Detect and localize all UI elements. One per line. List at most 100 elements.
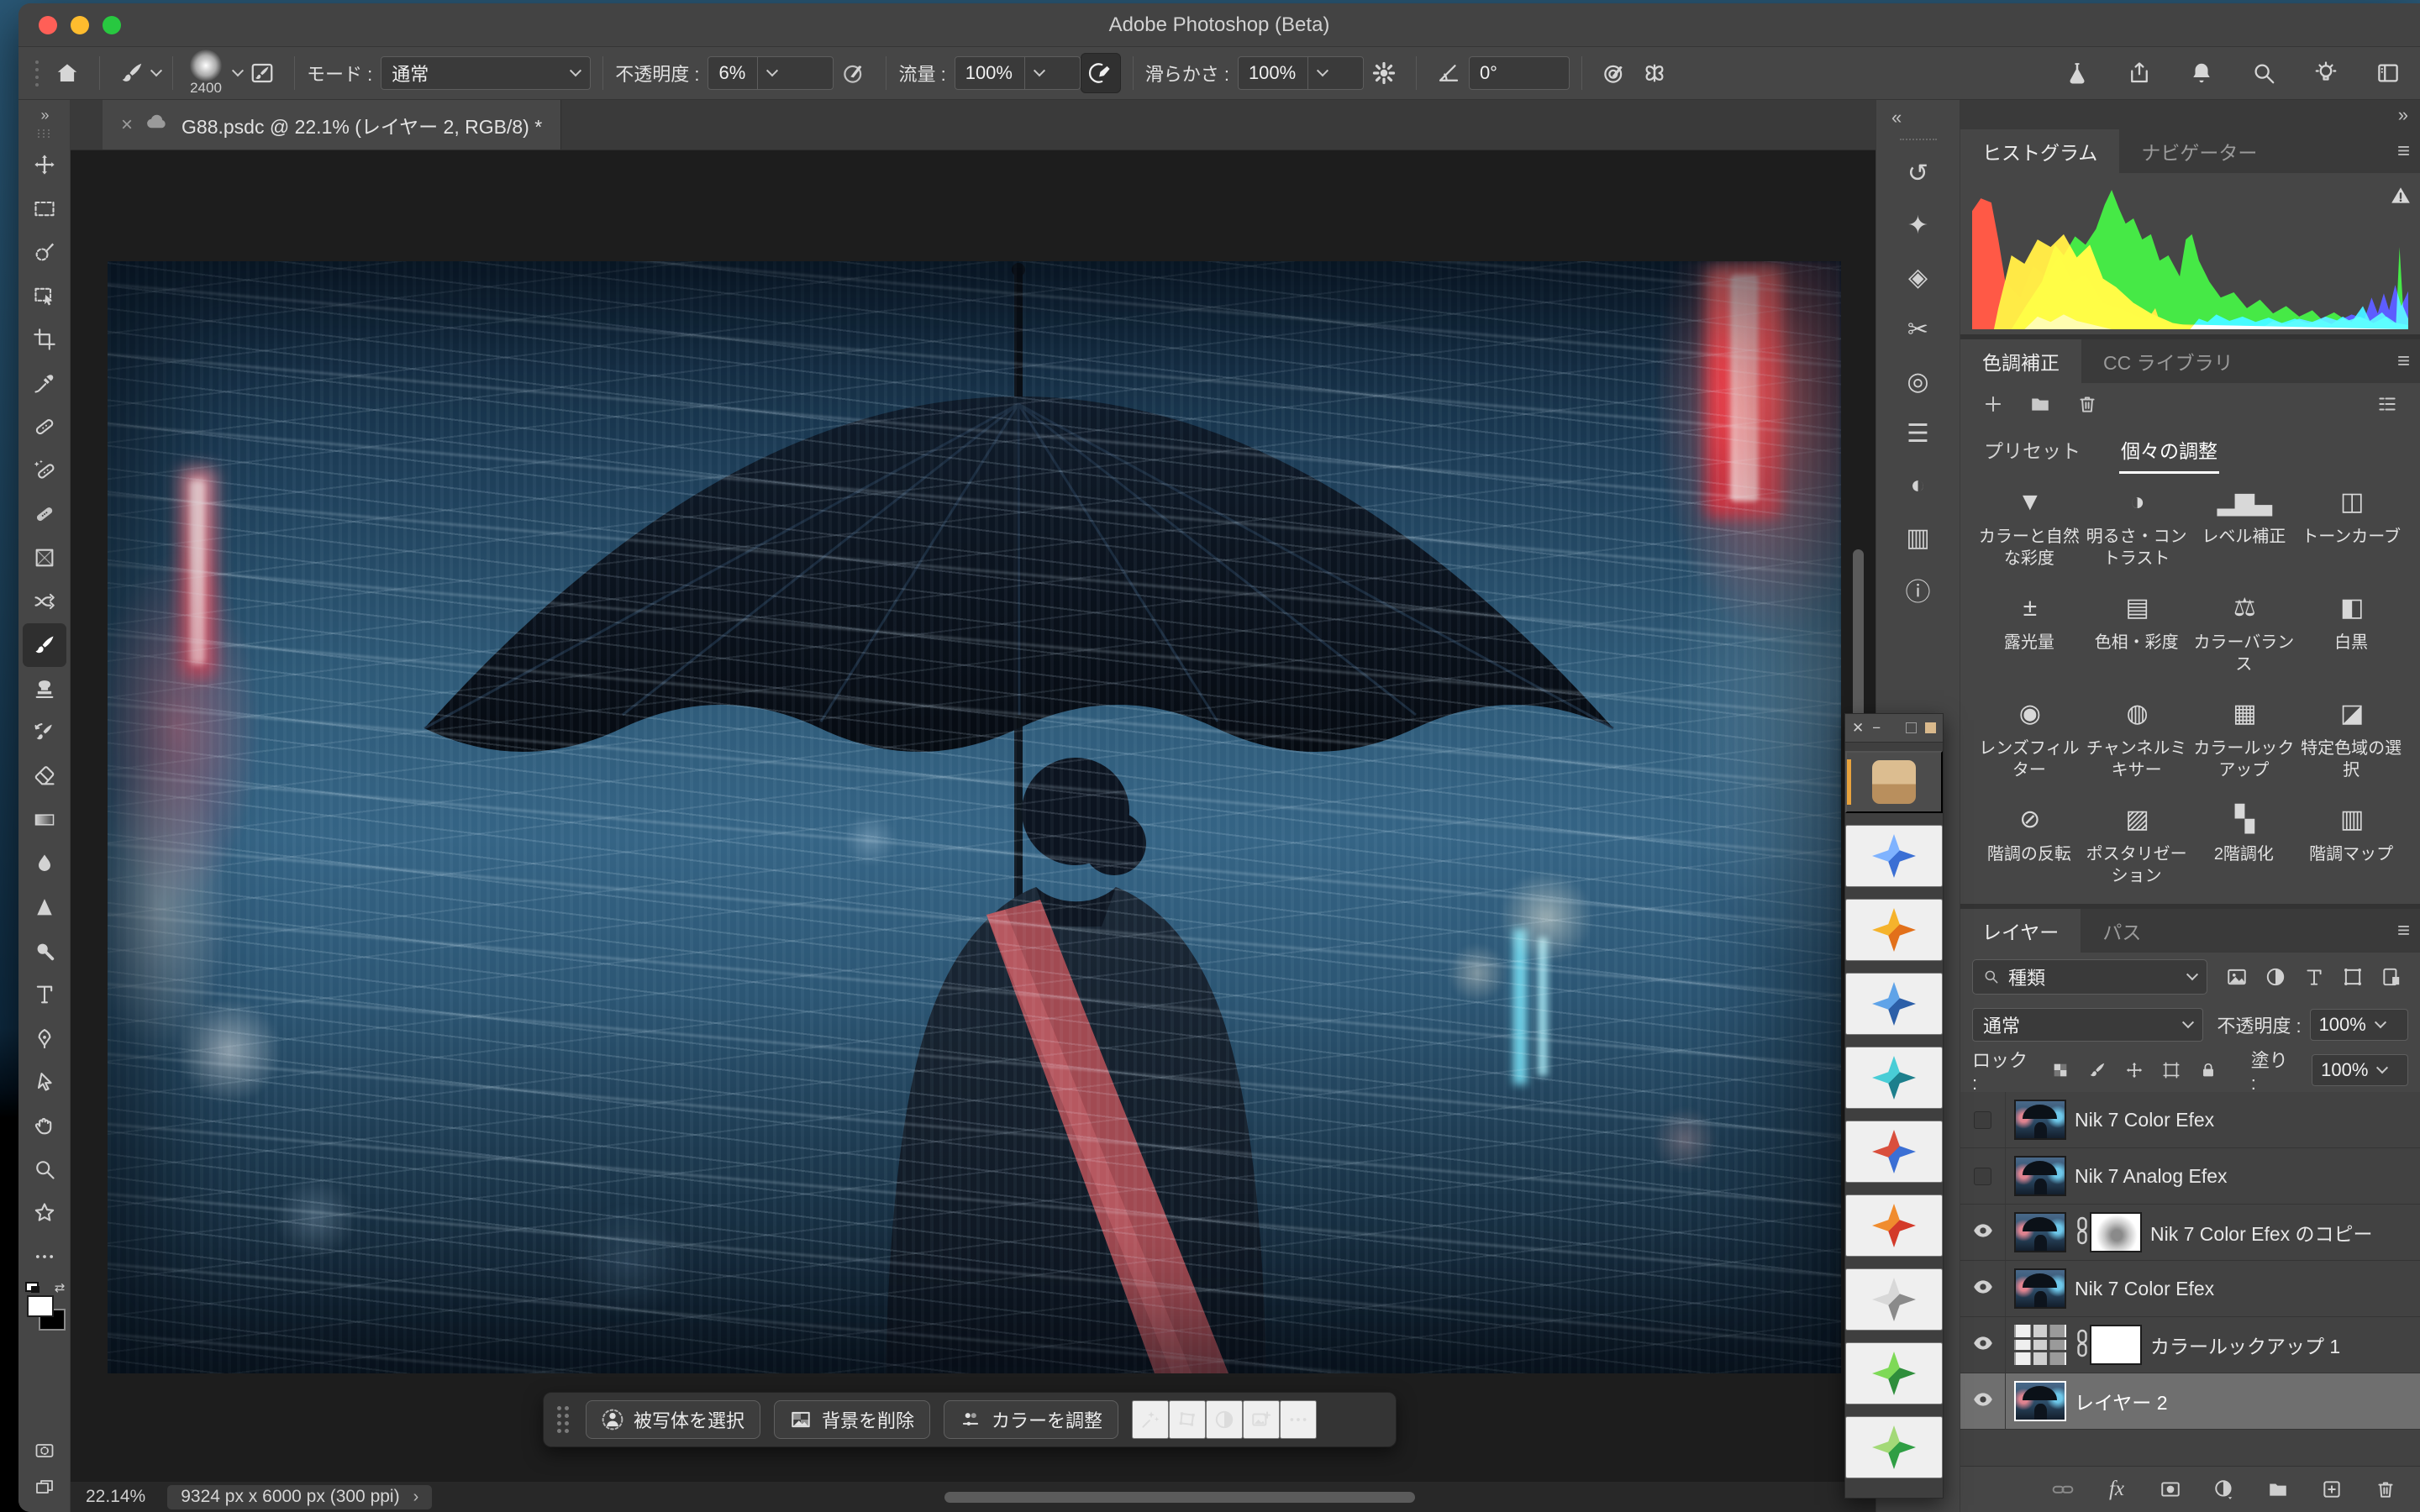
tool-preset-brush-icon[interactable] <box>112 53 152 93</box>
transform-icon[interactable] <box>1169 1400 1206 1439</box>
adjustment-trash-icon[interactable] <box>2076 393 2098 415</box>
threshold-adjustment[interactable]: ▚ 2階調化 <box>2191 803 2298 887</box>
add-adjustment-icon[interactable] <box>2212 1478 2237 1500</box>
notifications-bell-icon[interactable] <box>2183 53 2220 93</box>
nik-silver-efex[interactable] <box>1845 1268 1943 1331</box>
eraser-tool[interactable] <box>23 754 66 798</box>
horizontal-scrollbar[interactable] <box>944 1492 1415 1503</box>
layer-fill-input[interactable]: 100% <box>2312 1054 2408 1086</box>
clone-stamp-tool[interactable] <box>23 667 66 711</box>
layer-name[interactable]: レイヤー 2 <box>2075 1387 2168 1415</box>
invert-adjustment[interactable]: ⊘ 階調の反転 <box>1975 803 2083 887</box>
layer-nik7-color-efex[interactable]: Nik 7 Color Efex <box>1960 1261 2420 1317</box>
add-mask-icon[interactable] <box>2158 1478 2183 1500</box>
gradient-tool[interactable] <box>23 798 66 842</box>
add-adjustment-plus-icon[interactable] <box>1982 393 2004 415</box>
size-pressure-icon[interactable] <box>1594 53 1634 93</box>
brush-settings-panel-icon[interactable] <box>242 53 282 93</box>
exposure-adjustment[interactable]: ± 露光量 <box>1975 591 2083 675</box>
lock-all-icon[interactable] <box>2199 1061 2221 1079</box>
marquee-tool[interactable] <box>23 186 66 230</box>
gradient-map-adjustment[interactable]: ▥ 階調マップ <box>2297 803 2405 887</box>
swap-arrows-tool[interactable] <box>23 580 66 623</box>
discover-bulb-icon[interactable] <box>2307 53 2344 93</box>
info-panel-icon[interactable]: ⓘ <box>1891 564 1945 616</box>
tab-close-icon[interactable]: × <box>121 113 133 137</box>
nik-menu-icon[interactable] <box>1906 722 1917 733</box>
link-layers-icon[interactable] <box>2050 1478 2075 1500</box>
layer-thumbnail[interactable] <box>2014 1381 2066 1421</box>
libraries-panel-icon[interactable]: ▥ <box>1891 512 1945 564</box>
share-icon[interactable] <box>2121 53 2158 93</box>
nik-presharpener[interactable] <box>1845 1047 1943 1109</box>
blur-tool[interactable] <box>23 842 66 885</box>
eyedropper-tool[interactable] <box>23 361 66 405</box>
home-button[interactable] <box>47 53 87 93</box>
type-tool[interactable] <box>23 973 66 1016</box>
adjustment-halfcircle-icon[interactable] <box>1206 1400 1243 1439</box>
filter-pixel-layers-icon[interactable] <box>2226 966 2253 988</box>
lock-transparency-icon[interactable] <box>2051 1061 2073 1079</box>
layer-thumbnail[interactable] <box>2014 1100 2066 1140</box>
layer-mask-thumbnail[interactable] <box>2090 1212 2142 1252</box>
tools-expand-icon[interactable]: » <box>40 107 47 124</box>
canvas-image[interactable] <box>108 261 1841 1373</box>
minimize-window-button[interactable] <box>71 16 89 34</box>
close-window-button[interactable] <box>39 16 57 34</box>
subtab-individual[interactable]: 個々の調整 <box>2119 427 2219 472</box>
layer-visibility-toggle[interactable] <box>1960 1261 2006 1316</box>
adjustment-list-view-icon[interactable] <box>2376 393 2398 415</box>
layer-visibility-toggle[interactable] <box>1960 1092 2006 1147</box>
magic-wand-icon[interactable] <box>1132 1400 1169 1439</box>
layer-name[interactable]: Nik 7 Analog Efex <box>2075 1165 2228 1188</box>
dodge-tool[interactable] <box>23 929 66 973</box>
nik-analog-efex[interactable] <box>1845 1194 1943 1257</box>
filter-smart-object-icon[interactable] <box>2381 966 2407 988</box>
smoothing-gear-icon[interactable] <box>1364 53 1404 93</box>
history-panel-icon[interactable]: ↺ <box>1891 147 1945 199</box>
black-white-adjustment[interactable]: ◧ 白黒 <box>2297 591 2405 675</box>
layer-thumbnail[interactable] <box>2014 1325 2066 1365</box>
history-brush-tool[interactable] <box>23 711 66 754</box>
photo-filter-adjustment[interactable]: ◉ レンズフィルター <box>1975 697 2083 781</box>
opacity-input[interactable]: 6% <box>708 56 834 90</box>
nik-color-efex[interactable] <box>1845 1121 1943 1183</box>
hand-tool[interactable] <box>23 1104 66 1147</box>
adjustments-menu-icon[interactable]: ≡ <box>2397 348 2410 374</box>
foreground-color[interactable] <box>27 1295 54 1317</box>
histogram-warning-icon[interactable] <box>2390 185 2412 211</box>
layer-visibility-toggle[interactable] <box>1960 1373 2006 1429</box>
patch-tool[interactable] <box>23 492 66 536</box>
gradients-panel-icon[interactable]: ◐ <box>1891 459 1945 512</box>
more-options-icon[interactable] <box>1280 1400 1317 1439</box>
default-colors-icon[interactable] <box>25 1282 39 1292</box>
tab-adjustments[interactable]: 色調補正 <box>1960 339 2081 383</box>
collapse-panels-icon[interactable]: « <box>1876 107 1902 129</box>
options-grip[interactable] <box>35 60 39 87</box>
quick-mask-button[interactable] <box>26 1438 63 1463</box>
tab-histogram[interactable]: ヒストグラム <box>1960 129 2119 173</box>
brush-preset-picker[interactable]: 2400 <box>190 50 222 97</box>
new-layer-icon[interactable] <box>2319 1478 2344 1500</box>
layer-name[interactable]: カラールックアップ 1 <box>2150 1331 2340 1359</box>
clone-source-panel-icon[interactable]: ◈ <box>1891 251 1945 303</box>
layer-opacity-input[interactable]: 100% <box>2310 1009 2408 1041</box>
color-swatches[interactable]: ⇄ <box>25 1287 64 1331</box>
object-selection-tool[interactable] <box>23 274 66 318</box>
nik-hdr-efex[interactable] <box>1845 1342 1943 1404</box>
move-tool[interactable] <box>23 143 66 186</box>
frame-tool[interactable] <box>23 536 66 580</box>
adjustment-group-folder-icon[interactable] <box>2029 393 2051 415</box>
more-tools-icon[interactable] <box>23 1235 66 1278</box>
search-icon-top[interactable] <box>2245 53 2282 93</box>
histogram-menu-icon[interactable]: ≡ <box>2397 138 2410 164</box>
symmetry-butterfly-icon[interactable] <box>1634 53 1675 93</box>
dock-collapse-icon[interactable]: » <box>2398 104 2408 126</box>
canvas-area[interactable]: 被写体を選択背景を削除カラーを調整 <box>71 150 1876 1482</box>
layer-name[interactable]: Nik 7 Color Efex のコピー <box>2150 1218 2373 1247</box>
nik-dfine[interactable] <box>1845 825 1943 887</box>
layer-visibility-toggle[interactable] <box>1960 1205 2006 1260</box>
layer-thumbnail[interactable] <box>2014 1156 2066 1196</box>
layer-thumbnail[interactable] <box>2014 1268 2066 1309</box>
layer-name[interactable]: Nik 7 Color Efex <box>2075 1278 2214 1300</box>
